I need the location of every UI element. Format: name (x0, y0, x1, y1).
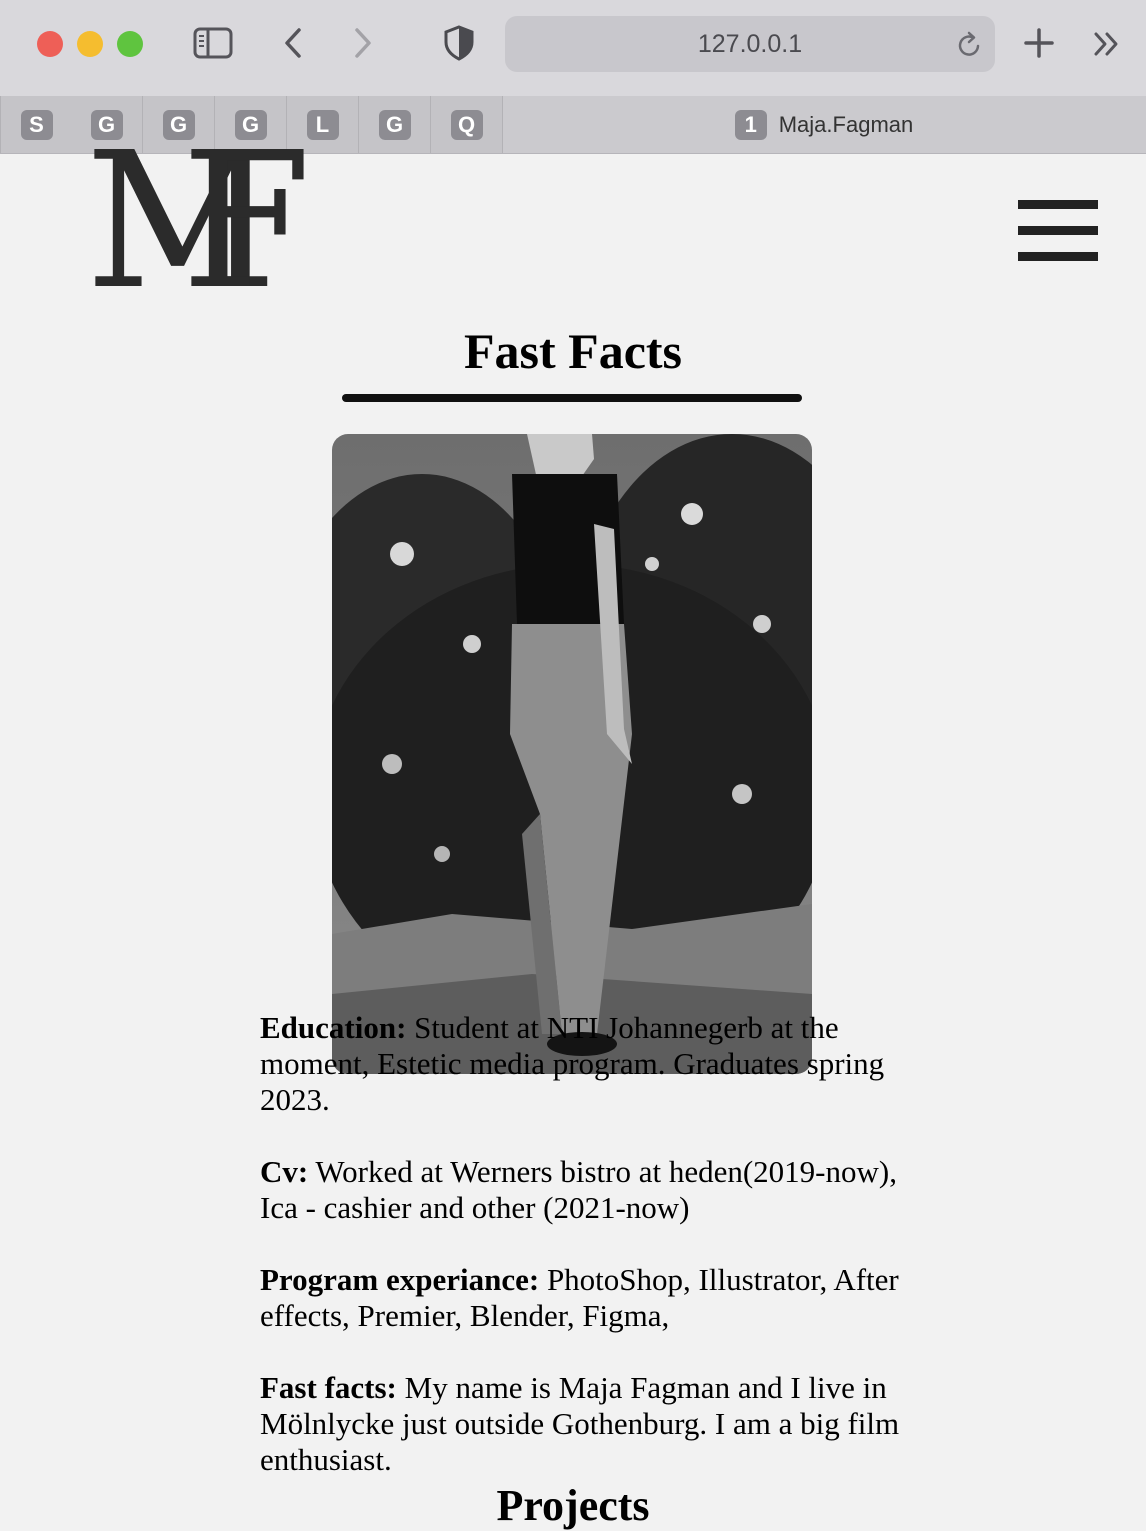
profile-photo (332, 434, 812, 1074)
title-divider (342, 394, 802, 402)
zoom-window-button[interactable] (117, 31, 143, 57)
pinned-tab-badge: G (378, 109, 411, 140)
site-logo[interactable]: M F (85, 128, 311, 316)
active-tab-badge: 1 (734, 109, 767, 140)
fact-fast-facts: Fast facts: My name is Maja Fagman and I… (260, 1370, 940, 1478)
reload-icon[interactable] (955, 30, 985, 60)
url-text: 127.0.0.1 (697, 30, 803, 58)
shield-icon[interactable] (442, 24, 476, 62)
fact-program-experience: Program experiance: PhotoShop, Illustrat… (260, 1262, 940, 1334)
minimize-window-button[interactable] (77, 31, 103, 57)
logo-letter-f: F (181, 112, 312, 331)
hamburger-menu-icon[interactable] (1018, 200, 1098, 262)
pinned-tab[interactable]: Q (431, 96, 503, 153)
active-tab-title: Maja.Fagman (778, 111, 914, 137)
close-window-button[interactable] (37, 31, 63, 57)
fact-label: Fast facts: (260, 1370, 397, 1405)
pinned-tab[interactable]: G (359, 96, 431, 153)
back-icon[interactable] (278, 26, 308, 60)
pinned-tab-badge: S (20, 109, 53, 140)
sidebar-icon[interactable] (192, 26, 234, 60)
fact-label: Program experiance: (260, 1262, 540, 1297)
forward-icon[interactable] (348, 26, 378, 60)
fast-facts-list: Education: Student at NTI Johannegerb at… (260, 1010, 940, 1514)
fact-cv: Cv: Worked at Werners bistro at heden(20… (260, 1154, 940, 1226)
fact-label: Cv: (260, 1154, 309, 1189)
active-tab[interactable]: 1 Maja.Fagman (502, 96, 1146, 153)
fact-education: Education: Student at NTI Johannegerb at… (260, 1010, 940, 1118)
address-bar[interactable]: 127.0.0.1 (505, 16, 995, 72)
pinned-tab[interactable]: S (0, 96, 73, 153)
projects-heading: Projects (496, 1481, 650, 1530)
new-tab-icon[interactable] (1022, 26, 1056, 60)
fact-label: Education: (260, 1010, 407, 1045)
fact-text: Worked at Werners bistro at heden(2019-n… (260, 1154, 897, 1225)
browser-toolbar: 127.0.0.1 (0, 0, 1146, 96)
page-title: Fast Facts (464, 323, 682, 379)
overflow-icon[interactable] (1090, 28, 1124, 60)
pinned-tab-badge: Q (450, 109, 483, 140)
